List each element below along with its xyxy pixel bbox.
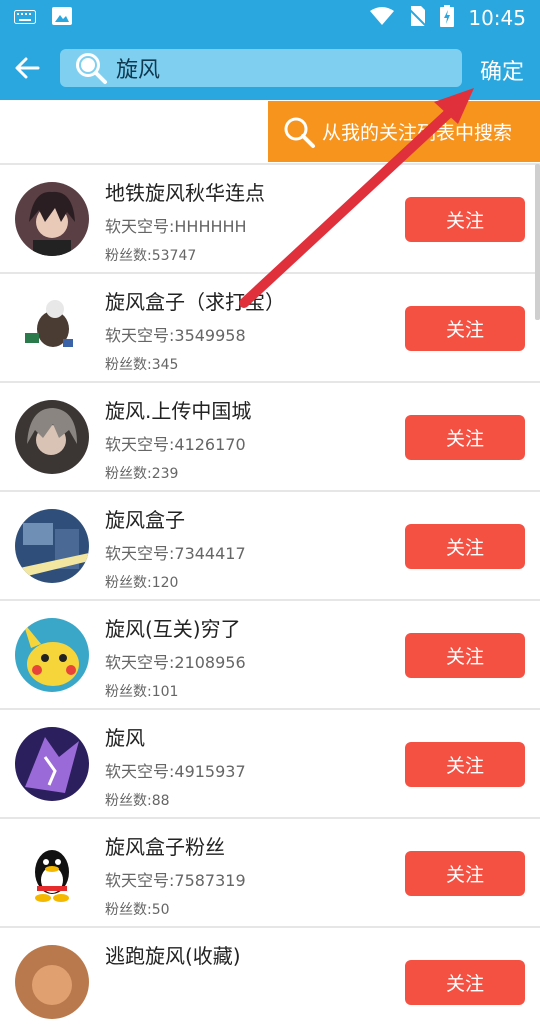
list-item[interactable]: 旋风盒子粉丝 软天空号:7587319 粉丝数:50 关注	[0, 817, 540, 926]
user-id: 软天空号:HHHHHH	[105, 217, 247, 236]
user-id: 软天空号:7587319	[105, 871, 246, 890]
follow-button[interactable]: 关注	[405, 960, 525, 1005]
fan-count: 粉丝数:239	[105, 466, 179, 482]
avatar	[15, 291, 89, 365]
search-icon	[284, 117, 315, 148]
user-name: 旋风(互关)穷了	[105, 617, 241, 641]
avatar	[15, 836, 89, 910]
user-name: 地铁旋风秋华连点	[105, 181, 265, 205]
avatar	[15, 400, 89, 474]
keyboard-icon	[14, 9, 36, 28]
follow-button[interactable]: 关注	[405, 742, 525, 787]
search-input[interactable]: 旋风	[60, 49, 462, 87]
fan-count: 粉丝数:101	[105, 684, 179, 700]
user-name: 旋风盒子粉丝	[105, 835, 225, 859]
list-item[interactable]: 逃跑旋风(收藏) 关注	[0, 926, 540, 1035]
fan-count: 粉丝数:50	[105, 902, 170, 918]
user-id: 软天空号:3549958	[105, 326, 246, 345]
list-item[interactable]: 旋风 软天空号:4915937 粉丝数:88 关注	[0, 708, 540, 817]
user-name: 旋风.上传中国城	[105, 399, 252, 423]
follow-button[interactable]: 关注	[405, 633, 525, 678]
scrollbar[interactable]	[535, 164, 540, 320]
user-id: 软天空号:4915937	[105, 762, 246, 781]
user-id: 软天空号:2108956	[105, 653, 246, 672]
list-item[interactable]: 旋风盒子（求打宝） 软天空号:3549958 粉丝数:345 关注	[0, 272, 540, 381]
avatar	[15, 182, 89, 256]
back-button[interactable]	[0, 36, 54, 100]
user-name: 旋风盒子	[105, 508, 185, 532]
search-query: 旋风	[116, 58, 161, 83]
status-bar: 10:45	[0, 0, 540, 36]
follow-button[interactable]: 关注	[405, 306, 525, 351]
fan-count: 粉丝数:120	[105, 575, 179, 591]
image-icon	[52, 7, 72, 29]
list-item[interactable]: 旋风盒子 软天空号:7344417 粉丝数:120 关注	[0, 490, 540, 599]
avatar	[15, 618, 89, 692]
confirm-button[interactable]: 确定	[480, 54, 524, 86]
user-name: 旋风盒子（求打宝）	[105, 290, 285, 314]
user-name: 旋风	[105, 726, 145, 750]
wifi-icon	[370, 6, 395, 30]
list-item[interactable]: 旋风.上传中国城 软天空号:4126170 粉丝数:239 关注	[0, 381, 540, 490]
fan-count: 粉丝数:345	[105, 357, 179, 373]
fan-count: 粉丝数:53747	[105, 248, 197, 264]
no-sim-icon	[407, 5, 428, 31]
user-id: 软天空号:7344417	[105, 544, 246, 563]
user-list: 地铁旋风秋华连点 软天空号:HHHHHH 粉丝数:53747 关注 旋风盒子（求…	[0, 163, 540, 1035]
battery-icon	[440, 4, 455, 32]
list-item[interactable]: 地铁旋风秋华连点 软天空号:HHHHHH 粉丝数:53747 关注	[0, 163, 540, 272]
fan-count: 粉丝数:88	[105, 793, 170, 809]
avatar	[15, 945, 89, 1019]
app-bar: 旋风 确定	[0, 36, 540, 100]
search-follow-list-button[interactable]: 从我的关注列表中搜索	[268, 101, 540, 162]
user-name: 逃跑旋风(收藏)	[105, 944, 241, 968]
follow-button[interactable]: 关注	[405, 524, 525, 569]
follow-button[interactable]: 关注	[405, 197, 525, 242]
follow-button[interactable]: 关注	[405, 415, 525, 460]
search-icon	[76, 53, 107, 84]
user-id: 软天空号:4126170	[105, 435, 246, 454]
follow-button[interactable]: 关注	[405, 851, 525, 896]
avatar	[15, 727, 89, 801]
arrow-left-icon	[15, 57, 40, 79]
list-item[interactable]: 旋风(互关)穷了 软天空号:2108956 粉丝数:101 关注	[0, 599, 540, 708]
avatar	[15, 509, 89, 583]
search-follow-list-label: 从我的关注列表中搜索	[322, 122, 513, 144]
clock-time: 10:45	[468, 6, 526, 30]
